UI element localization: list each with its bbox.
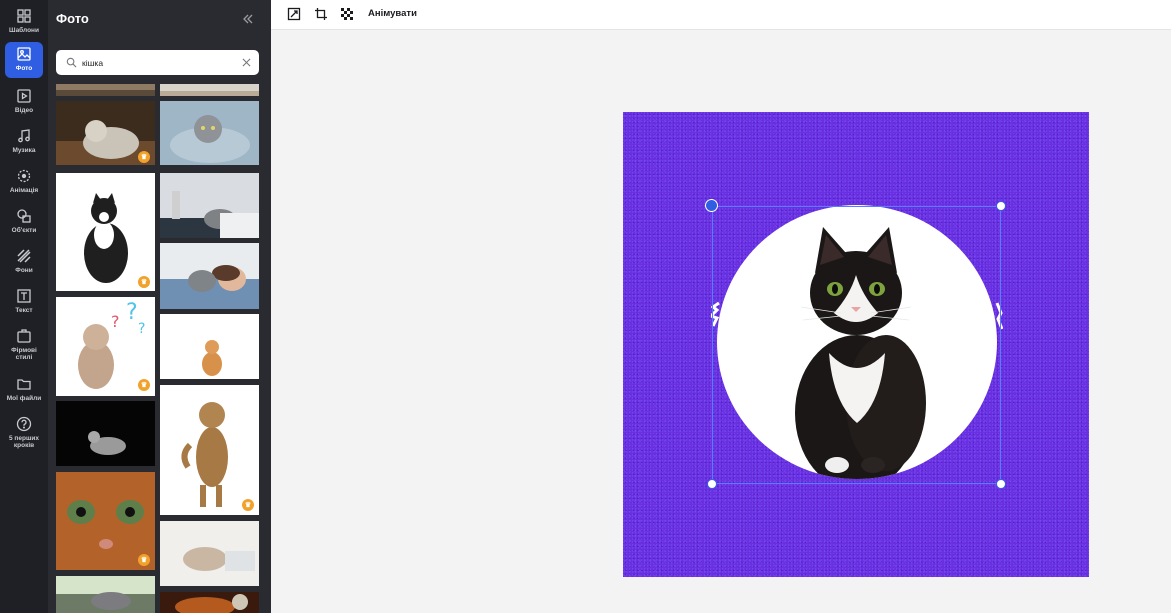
svg-text:?: ? (138, 321, 145, 337)
rail-item-animation[interactable]: Анімація (5, 164, 43, 200)
rail-label-first-steps: 5 перших кроків (9, 435, 39, 449)
selection-frame (712, 206, 1001, 484)
help-icon (16, 416, 32, 432)
collapse-panel-icon[interactable] (241, 12, 255, 26)
rail-item-text[interactable]: Текст (5, 284, 43, 320)
top-toolbar: Анімувати (271, 0, 1171, 30)
photo-thumbnail[interactable]: ♛ (56, 472, 155, 570)
photo-thumbnail[interactable] (160, 173, 259, 238)
search-box (56, 50, 259, 75)
edit-icon[interactable] (705, 199, 718, 212)
search-input[interactable] (82, 54, 232, 71)
photo-thumbnail[interactable]: ♛ (160, 385, 259, 515)
photo-thumbnail[interactable] (160, 592, 259, 613)
svg-text:?: ? (126, 300, 138, 325)
photo-thumbnail[interactable] (56, 84, 155, 96)
resize-handle-bottom-right[interactable] (996, 479, 1006, 489)
rail-item-photo[interactable]: Фото (5, 42, 43, 78)
rail-label-objects: Об'єкти (11, 227, 37, 234)
rail-label-backgrounds: Фони (15, 267, 33, 274)
text-icon (17, 289, 31, 303)
templates-icon (17, 9, 31, 23)
brand-icon (17, 329, 31, 343)
resize-handle-bottom-left[interactable] (707, 479, 717, 489)
premium-badge: ♛ (242, 499, 254, 511)
clear-search-icon[interactable] (242, 58, 251, 67)
premium-badge: ♛ (138, 379, 150, 391)
photo-thumbnail[interactable] (160, 521, 259, 586)
photo-thumbnail[interactable]: ♛ (56, 101, 155, 165)
photo-thumbnail[interactable] (56, 401, 155, 466)
rail-item-my-files[interactable]: Мої файли (5, 372, 43, 408)
rail-label-text: Текст (15, 307, 33, 314)
photo-thumbnail[interactable] (160, 84, 259, 96)
cat-photo (56, 401, 155, 466)
svg-text:?: ? (111, 312, 120, 331)
rail-label-photo: Фото (15, 65, 33, 72)
rail-label-templates: Шаблони (9, 27, 39, 34)
resize-icon[interactable] (287, 7, 301, 21)
photo-thumbnail[interactable] (160, 243, 259, 309)
cat-photo (160, 173, 259, 238)
rail-item-video[interactable]: Відео (5, 84, 43, 120)
cat-photo (160, 592, 259, 613)
premium-badge: ♛ (138, 554, 150, 566)
cat-photo (160, 243, 259, 309)
panel-title: Фото (56, 11, 89, 26)
photo-thumbnail[interactable] (160, 314, 259, 379)
photo-icon (17, 47, 31, 61)
backgrounds-icon (17, 249, 31, 263)
rail-label-video: Відео (14, 107, 34, 114)
rail-item-music[interactable]: Музика (5, 124, 43, 160)
search-icon (66, 57, 77, 68)
objects-icon (17, 209, 31, 223)
cat-photo (160, 385, 259, 515)
premium-badge: ♛ (138, 151, 150, 163)
cat-photo (56, 576, 155, 613)
photo-thumbnail[interactable]: ♛ (56, 173, 155, 291)
photo-thumbnail[interactable] (56, 576, 155, 613)
cat-photo (56, 84, 155, 96)
photo-thumbnail[interactable]: ??? ♛ (56, 297, 155, 396)
rail-label-animation: Анімація (9, 187, 39, 194)
music-icon (18, 129, 30, 143)
cat-photo (160, 101, 259, 165)
cat-photo (160, 521, 259, 586)
rail-item-templates[interactable]: Шаблони (5, 4, 43, 40)
premium-badge: ♛ (138, 276, 150, 288)
cat-photo (56, 173, 155, 291)
rail-item-brand[interactable]: Фірмові стилі (5, 324, 43, 366)
rail-item-objects[interactable]: Об'єкти (5, 204, 43, 240)
rail-item-backgrounds[interactable]: Фони (5, 244, 43, 280)
cat-photo (160, 84, 259, 96)
folder-icon (17, 379, 31, 390)
photo-thumbnail[interactable] (160, 101, 259, 165)
animation-icon (17, 169, 31, 183)
rail-item-first-steps[interactable]: 5 перших кроків (5, 412, 43, 454)
video-icon (17, 89, 31, 103)
rail-label-my-files: Мої файли (6, 395, 42, 402)
rail-label-brand: Фірмові стилі (11, 347, 37, 361)
rail-label-music: Музика (12, 147, 36, 154)
photo-panel: Фото ♛ ♛ ??? ♛ ♛ (48, 0, 271, 613)
resize-handle-top-right[interactable] (996, 201, 1006, 211)
transparency-icon[interactable] (340, 7, 354, 21)
animate-button[interactable]: Анімувати (368, 8, 417, 19)
tool-rail: Шаблони Фото Відео Музика Анімація Об'єк… (0, 0, 48, 613)
crop-icon[interactable] (314, 7, 328, 21)
canvas-workspace (271, 31, 1171, 613)
cat-photo (160, 314, 259, 379)
